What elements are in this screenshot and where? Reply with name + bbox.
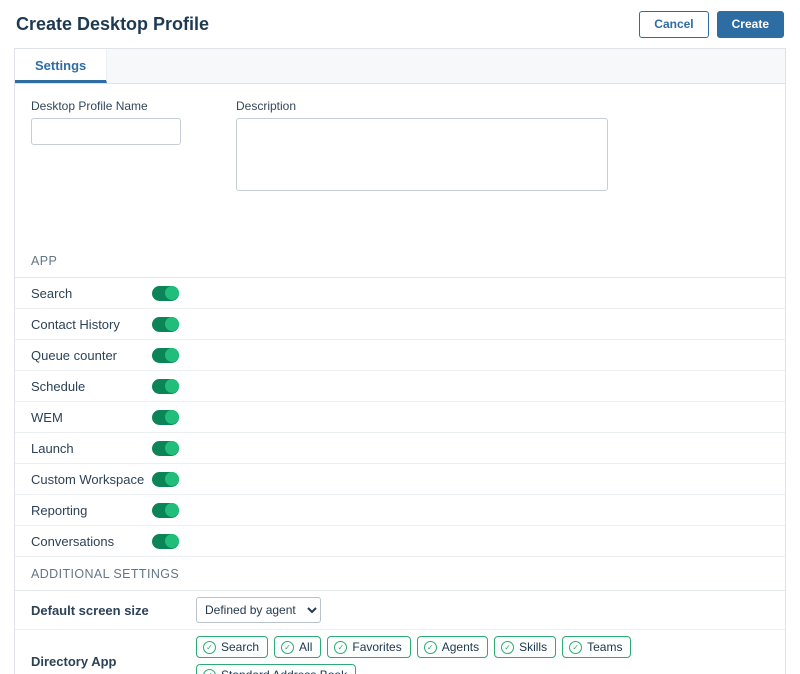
default-screen-size-label: Default screen size <box>31 603 196 618</box>
chip-skills[interactable]: ✓ Skills <box>494 636 556 658</box>
toggle-switch-icon[interactable] <box>152 410 179 425</box>
directory-app-row: Directory App ✓ Search ✓ All ✓ Favorites ✓ Agen… <box>15 630 785 674</box>
check-circle-icon: ✓ <box>203 641 216 654</box>
app-toggle-row: Search <box>15 278 785 309</box>
app-toggle-label: Search <box>31 286 152 301</box>
check-circle-icon: ✓ <box>501 641 514 654</box>
chip-agents[interactable]: ✓ Agents <box>417 636 488 658</box>
toggle-switch-icon[interactable] <box>152 534 179 549</box>
chip-label: Teams <box>587 640 622 654</box>
chip-all[interactable]: ✓ All <box>274 636 321 658</box>
chip-teams[interactable]: ✓ Teams <box>562 636 631 658</box>
tab-settings[interactable]: Settings <box>15 49 107 83</box>
app-toggle-label: Reporting <box>31 503 152 518</box>
toggle-switch-icon[interactable] <box>152 348 179 363</box>
description-field-group: Description <box>236 99 608 196</box>
settings-card: Settings Desktop Profile Name Descriptio… <box>14 48 786 674</box>
toggle-switch-icon[interactable] <box>152 472 179 487</box>
app-toggle-row: Reporting <box>15 495 785 526</box>
app-section-heading: APP <box>15 244 785 278</box>
default-screen-size-select[interactable]: Defined by agent <box>196 597 321 623</box>
app-toggle-label: Custom Workspace <box>31 472 152 487</box>
app-toggle-label: WEM <box>31 410 152 425</box>
app-toggle-row: Custom Workspace <box>15 464 785 495</box>
tab-bar: Settings <box>15 49 785 84</box>
app-toggle-label: Schedule <box>31 379 152 394</box>
header-actions: Cancel Create <box>639 11 784 38</box>
check-circle-icon: ✓ <box>569 641 582 654</box>
name-label: Desktop Profile Name <box>31 99 181 113</box>
toggle-switch-icon[interactable] <box>152 503 179 518</box>
app-toggle-label: Conversations <box>31 534 152 549</box>
cancel-button[interactable]: Cancel <box>639 11 708 38</box>
chip-label: Agents <box>442 640 479 654</box>
chip-label: Search <box>221 640 259 654</box>
app-toggle-row: Contact History <box>15 309 785 340</box>
directory-app-label: Directory App <box>31 654 196 669</box>
toggle-switch-icon[interactable] <box>152 441 179 456</box>
chip-label: Favorites <box>352 640 401 654</box>
app-toggle-row: Conversations <box>15 526 785 557</box>
toggle-switch-icon[interactable] <box>152 379 179 394</box>
create-button[interactable]: Create <box>717 11 784 38</box>
app-toggle-label: Queue counter <box>31 348 152 363</box>
app-toggle-label: Launch <box>31 441 152 456</box>
check-circle-icon: ✓ <box>281 641 294 654</box>
check-circle-icon: ✓ <box>203 669 216 674</box>
app-toggle-label: Contact History <box>31 317 152 332</box>
chip-label: Standard Address Book <box>221 668 347 674</box>
app-toggle-row: Schedule <box>15 371 785 402</box>
description-input[interactable] <box>236 118 608 191</box>
check-circle-icon: ✓ <box>334 641 347 654</box>
toggle-switch-icon[interactable] <box>152 286 179 301</box>
chip-favorites[interactable]: ✓ Favorites <box>327 636 410 658</box>
check-circle-icon: ✓ <box>424 641 437 654</box>
create-desktop-profile-page: Create Desktop Profile Cancel Create Set… <box>0 0 800 674</box>
app-toggle-row: Launch <box>15 433 785 464</box>
chip-label: Skills <box>519 640 547 654</box>
additional-settings-heading: ADDITIONAL SETTINGS <box>15 557 785 591</box>
app-toggle-row: WEM <box>15 402 785 433</box>
directory-app-chips: ✓ Search ✓ All ✓ Favorites ✓ Agents ✓ Skills ✓ Team… <box>196 636 769 674</box>
profile-form: Desktop Profile Name Description <box>15 84 785 206</box>
default-screen-size-row: Default screen size Defined by agent <box>15 591 785 630</box>
chip-search[interactable]: ✓ Search <box>196 636 268 658</box>
app-toggle-row: Queue counter <box>15 340 785 371</box>
page-title: Create Desktop Profile <box>16 14 209 35</box>
app-toggle-list: Search Contact History Queue counter Schedu… <box>15 278 785 557</box>
chip-label: All <box>299 640 312 654</box>
page-header: Create Desktop Profile Cancel Create <box>0 0 800 48</box>
toggle-switch-icon[interactable] <box>152 317 179 332</box>
name-field-group: Desktop Profile Name <box>31 99 181 196</box>
name-input[interactable] <box>31 118 181 145</box>
chip-standard-address-book[interactable]: ✓ Standard Address Book <box>196 664 356 674</box>
description-label: Description <box>236 99 608 113</box>
